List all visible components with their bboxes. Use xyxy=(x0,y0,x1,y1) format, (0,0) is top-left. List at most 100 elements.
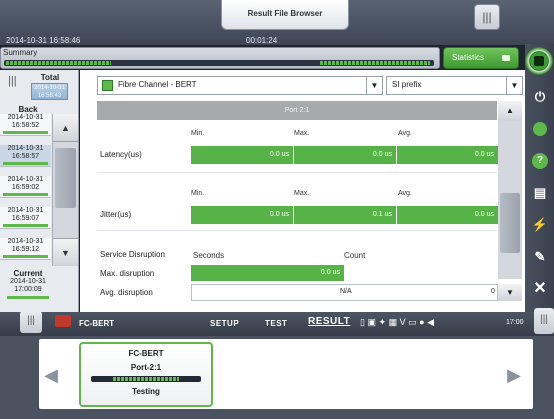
timestamp-item[interactable]: 2014-10-31 16:59:07 xyxy=(0,207,51,229)
latency-label: Latency(us) xyxy=(100,150,142,159)
panel-grip-icon[interactable]: ||| xyxy=(474,4,500,30)
statistics-button[interactable]: Statistics xyxy=(443,47,519,69)
scroll-thumb[interactable] xyxy=(55,148,76,208)
scroll-down-icon[interactable]: ▼ xyxy=(498,284,522,301)
latency-max: 0.0 us xyxy=(294,146,397,164)
timestamp-item[interactable]: 2014-10-31 16:58:57 xyxy=(0,145,51,167)
scroll-thumb[interactable] xyxy=(500,193,520,253)
prefix-select[interactable]: SI prefix ▼ xyxy=(386,76,523,95)
latency-avg: 0.0 us xyxy=(474,151,494,158)
summary-bar[interactable]: Summary xyxy=(0,47,440,69)
test-card-name: FC-BERT xyxy=(128,349,164,358)
report-icon[interactable]: ▤ xyxy=(527,180,553,206)
timestamp-status-bar xyxy=(3,255,48,258)
avg-disruption-label: Avg. disruption xyxy=(100,288,153,297)
timestamp-date: 2014-10-31 xyxy=(7,145,44,152)
app-name: FC-BERT xyxy=(79,319,115,328)
nav-setup[interactable]: SETUP xyxy=(210,319,239,328)
timestamp-date: 2014-10-31 xyxy=(7,176,44,183)
edit-icon[interactable]: ✎ xyxy=(527,244,553,270)
col-count-header: Count xyxy=(344,251,366,260)
timestamp-item[interactable]: 2014-10-31 16:59:12 xyxy=(0,238,51,260)
scroll-down-icon[interactable]: ▼ xyxy=(53,238,78,266)
test-progress-fill xyxy=(113,377,179,381)
timestamp-status-bar xyxy=(3,131,48,134)
timestamp-scrollbar[interactable]: ▲ ▼ xyxy=(52,114,78,266)
col-min-header: Min. xyxy=(191,130,205,137)
current-time: 17:00:09 xyxy=(14,286,42,293)
jitter-min: 0.0 us xyxy=(191,206,294,224)
current-timestamp[interactable]: 2014-10-31 17:00:09 xyxy=(4,278,52,294)
latency-min: 0.0 us xyxy=(191,146,294,164)
nav-test[interactable]: TEST xyxy=(265,319,287,328)
screen-icon: ▣ xyxy=(367,317,376,327)
chevron-right-icon[interactable]: ▶ xyxy=(504,362,524,388)
monitor-icon: ▭ xyxy=(408,317,417,327)
col-avg-header: Avg. xyxy=(398,190,412,197)
avg-disruption-seconds: N/A xyxy=(340,288,352,295)
timestamp-status-bar xyxy=(3,162,48,165)
total-button[interactable]: 2014-10-31 16:58:43 xyxy=(31,83,68,100)
app-icon xyxy=(55,315,71,327)
panel-grip-icon[interactable]: ||| xyxy=(8,75,20,91)
results-scrollbar[interactable]: ▲ xyxy=(498,101,522,279)
timestamp-date: 2014-10-31 xyxy=(7,207,44,214)
result-file-browser-tab[interactable]: Result File Browser xyxy=(221,0,349,30)
battery-icon: ▯ xyxy=(360,317,365,327)
help-icon[interactable]: ? xyxy=(527,148,553,174)
timestamp-status-bar xyxy=(3,193,48,196)
row-divider xyxy=(97,230,497,231)
test-progress-bar xyxy=(91,376,201,382)
clock: 17:00 xyxy=(506,319,524,326)
timestamp-item[interactable]: 2014-10-31 16:59:02 xyxy=(0,176,51,198)
current-label: Current xyxy=(13,269,43,278)
chevron-left-icon[interactable]: ◀ xyxy=(41,362,61,388)
test-card-status: Testing xyxy=(132,387,160,396)
service-disruption-label: Service Disruption xyxy=(100,250,165,259)
timestamp-time: 16:59:02 xyxy=(11,184,40,191)
scroll-up-icon[interactable]: ▲ xyxy=(498,101,522,121)
wifi-icon: ✦ xyxy=(378,317,387,327)
test-card-port: Port-2:1 xyxy=(130,363,162,372)
timestamp-time: 16:59:12 xyxy=(11,246,40,253)
protocol-select[interactable]: Fibre Channel - BERT ▼ xyxy=(97,76,383,95)
row-divider xyxy=(97,172,497,173)
summary-progress-segment xyxy=(320,61,430,65)
total-label: Total xyxy=(40,73,60,82)
jitter-avg: 0.0 us xyxy=(474,211,494,218)
save-report-icon[interactable]: ⚡ xyxy=(527,212,553,238)
power-test-icon[interactable]: ⏻ xyxy=(527,84,553,110)
protocol-icon xyxy=(102,80,113,91)
stop-icon xyxy=(534,56,544,66)
jitter-max: 0.1 us xyxy=(294,206,397,224)
col-avg-header: Avg. xyxy=(398,130,412,137)
timestamp-item[interactable]: 2014-10-31 16:58:52 xyxy=(0,114,51,136)
timestamp-time: 16:58:52 xyxy=(11,122,40,129)
chevron-down-icon[interactable]: ▼ xyxy=(506,77,522,94)
start-stop-button[interactable] xyxy=(525,47,553,75)
jitter-row: 0.0 us 0.1 us 0.0 us xyxy=(191,206,498,224)
jitter-label: Jitter(us) xyxy=(100,210,132,219)
nav-result[interactable]: RESULT xyxy=(308,316,350,327)
test-card[interactable]: FC-BERT Port-2:1 Testing xyxy=(79,342,213,407)
panel-grip-icon[interactable]: ||| xyxy=(20,311,42,333)
timestamp-date: 2014-10-31 xyxy=(7,114,44,121)
alert-icon: ● xyxy=(419,317,425,327)
current-status-bar xyxy=(7,296,49,299)
chevron-down-icon[interactable]: ▼ xyxy=(366,77,382,94)
summary-progress-segment xyxy=(6,61,111,65)
close-icon[interactable]: ✕ xyxy=(527,276,553,302)
scroll-up-icon[interactable]: ▲ xyxy=(53,114,78,142)
summary-progress-track xyxy=(4,60,434,66)
current-date: 2014-10-31 xyxy=(10,278,46,285)
elapsed-time: 00:01:24 xyxy=(246,36,278,45)
volume-icon: ◀ xyxy=(427,317,435,327)
max-disruption-label: Max. disruption xyxy=(100,269,155,278)
v-icon: V xyxy=(399,317,406,327)
panel-grip-icon[interactable]: ||| xyxy=(534,308,554,334)
current-datetime: 2014-10-31 16:58:46 xyxy=(6,36,81,45)
col-max-header: Max. xyxy=(294,130,310,137)
latency-row: 0.0 us 0.0 us 0.0 us xyxy=(191,146,498,164)
statistics-label: Statistics xyxy=(452,53,485,62)
network-icon: ▦ xyxy=(388,317,398,327)
